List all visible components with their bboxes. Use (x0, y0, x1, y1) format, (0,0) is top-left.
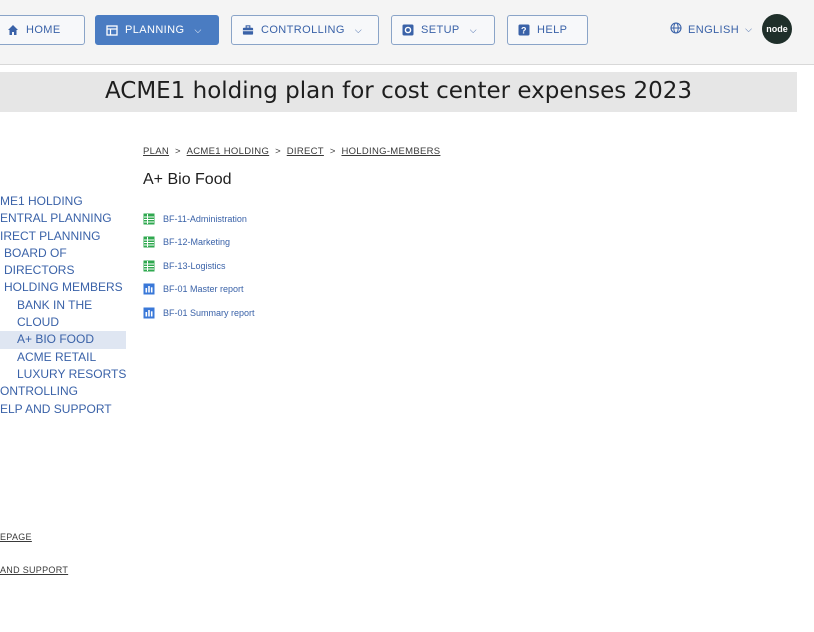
home-label: HOME (26, 24, 61, 36)
document-label: BF-12-Marketing (163, 237, 231, 248)
chevron-down-icon: ⌵ (469, 24, 477, 35)
setup-menu-button[interactable]: SETUP ⌵ (391, 15, 495, 45)
tree-item[interactable]: CLOUD (0, 314, 126, 331)
chevron-down-icon: ⌵ (194, 24, 202, 35)
document-item[interactable]: BF-13-Logistics (143, 254, 255, 278)
document-item[interactable]: BF-01 Summary report (143, 301, 255, 325)
tree-item[interactable]: ONTROLLING (0, 383, 126, 400)
page-title: ACME1 holding plan for cost center expen… (104, 78, 693, 104)
help-icon: ? (518, 24, 530, 36)
chevron-down-icon: ⌵ (745, 24, 753, 34)
logo-text: node (766, 24, 788, 34)
document-label: BF-11-Administration (163, 213, 247, 224)
controlling-label: CONTROLLING (261, 24, 345, 36)
svg-text:?: ? (521, 25, 527, 35)
breadcrumb-separator: > (329, 146, 336, 157)
gear-icon (402, 24, 414, 36)
home-icon (7, 24, 19, 36)
planning-icon (106, 24, 118, 36)
top-navigation-bar: HOME PLANNING ⌵ CONTROLLING ⌵ SETUP ⌵ ? … (0, 0, 814, 65)
section-heading: A+ Bio Food (143, 171, 232, 188)
document-label: BF-01 Master report (163, 284, 244, 295)
tree-item[interactable]: BANK IN THE (0, 297, 126, 314)
language-label: ENGLISH (688, 23, 740, 36)
breadcrumb-separator: > (175, 146, 181, 157)
controlling-menu-button[interactable]: CONTROLLING ⌵ (231, 15, 379, 45)
language-selector[interactable]: ENGLISH ⌵ (670, 22, 752, 37)
sheet-icon (143, 213, 155, 225)
tree-item[interactable]: ENTRAL PLANNING (0, 210, 126, 227)
setup-label: SETUP (421, 24, 460, 36)
report-icon (143, 283, 155, 295)
tree-item[interactable]: A+ BIO FOOD (0, 331, 126, 349)
plan-title-band: ACME1 holding plan for cost center expen… (0, 72, 797, 112)
help-and-support-link[interactable]: AND SUPPORT (0, 565, 68, 575)
tree-item[interactable]: IRECT PLANNING (0, 228, 126, 245)
tree-item[interactable]: ME1 HOLDING (0, 193, 126, 210)
planning-label: PLANNING (125, 24, 185, 36)
help-label: HELP (537, 24, 568, 36)
help-button[interactable]: ? HELP (507, 15, 588, 45)
breadcrumb-link[interactable]: ACME1 HOLDING (187, 146, 270, 157)
breadcrumb-link[interactable]: HOLDING-MEMBERS (341, 146, 440, 157)
globe-icon (670, 22, 682, 37)
breadcrumb: PLAN > ACME1 HOLDING > DIRECT > HOLDING-MEMBER… (143, 146, 440, 157)
document-item[interactable]: BF-12-Marketing (143, 231, 255, 255)
document-label: BF-13-Logistics (163, 260, 226, 271)
breadcrumb-link[interactable]: DIRECT (287, 146, 324, 157)
document-label: BF-01 Summary report (163, 307, 255, 318)
sheet-icon (143, 260, 155, 272)
tree-item[interactable]: BOARD OF (0, 245, 126, 262)
navigation-tree: ME1 HOLDING ENTRAL PLANNING IRECT PLANNING… (0, 193, 126, 418)
document-item[interactable]: BF-11-Administration (143, 207, 255, 231)
chevron-down-icon: ⌵ (354, 24, 363, 35)
document-item[interactable]: BF-01 Master report (143, 278, 255, 302)
document-list: BF-11-Administration BF-12-Marketing BF-13… (143, 207, 255, 325)
home-button[interactable]: HOME (0, 15, 85, 45)
breadcrumb-separator: > (275, 146, 281, 157)
planning-menu-button[interactable]: PLANNING ⌵ (95, 15, 219, 45)
tree-item[interactable]: HOLDING MEMBERS (0, 279, 126, 296)
breadcrumb-link[interactable]: PLAN (143, 146, 169, 157)
homepage-link[interactable]: EPAGE (0, 532, 32, 542)
tree-item[interactable]: ACME RETAIL (0, 349, 126, 366)
tree-item[interactable]: DIRECTORS (0, 262, 126, 279)
tree-item[interactable]: LUXURY RESORTS (0, 366, 126, 383)
tree-item[interactable]: ELP AND SUPPORT (0, 401, 126, 418)
report-icon (143, 307, 155, 319)
sheet-icon (143, 236, 155, 248)
briefcase-icon (242, 24, 254, 36)
node-logo: node (762, 14, 792, 44)
